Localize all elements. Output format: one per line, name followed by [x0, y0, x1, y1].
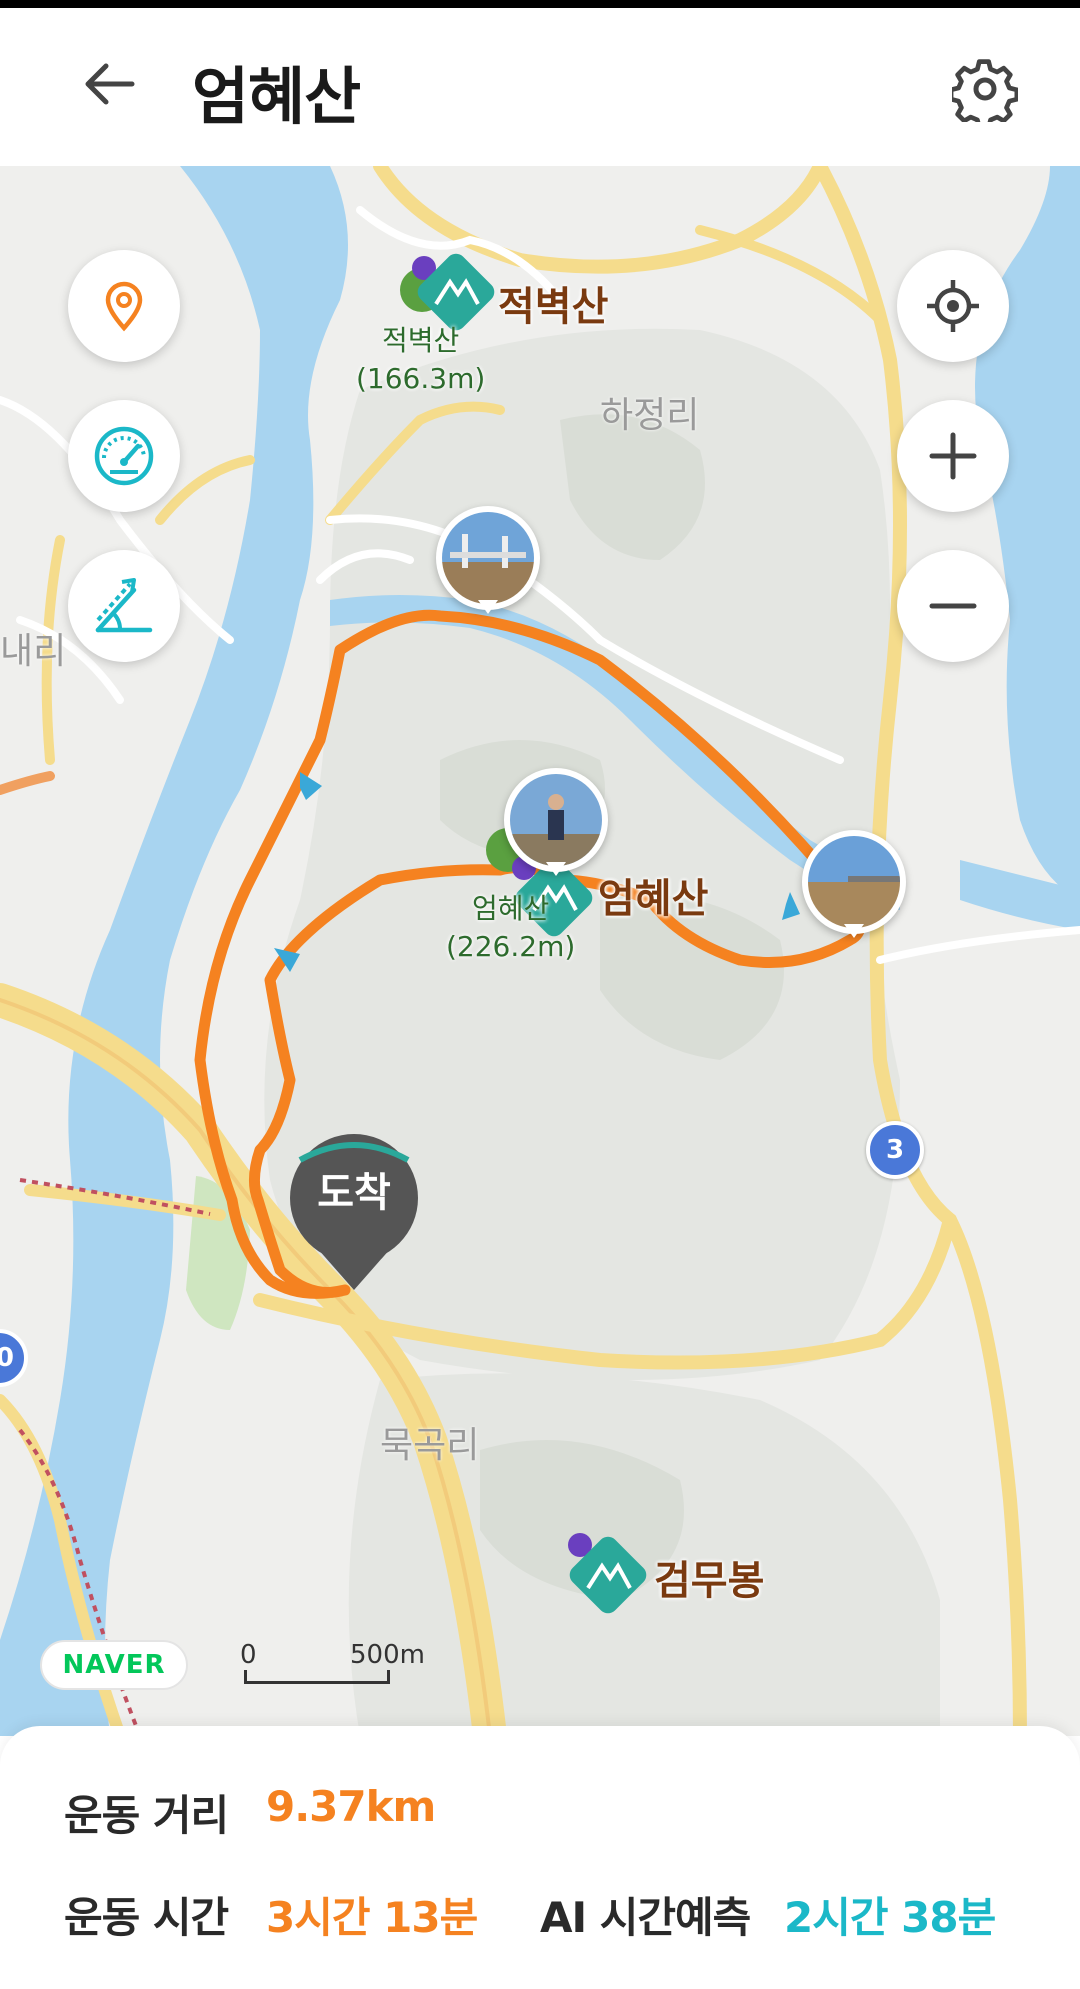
peak-label-jeokbyeoksan[interactable]: 적벽산: [498, 274, 608, 332]
trail-map[interactable]: 적벽산 적벽산 (166.3m) 엄혜산 엄혜산 (226.2m) 검무봉 하정…: [0, 166, 1080, 1736]
route-number-badge: 3: [866, 1121, 924, 1179]
village-label-nae-ri: 내리: [0, 631, 67, 672]
settings-button[interactable]: [946, 50, 1024, 128]
arrival-marker[interactable]: 도착: [290, 1134, 418, 1262]
back-button[interactable]: [72, 48, 144, 120]
distance-label: 운동 거리: [64, 1791, 229, 1840]
my-location-button[interactable]: [897, 250, 1009, 362]
app-header: 엄혜산: [0, 8, 1080, 166]
status-bar: [0, 0, 1080, 8]
village-label-hajeongri: 하정리: [600, 395, 700, 436]
scale-start-label: 0: [240, 1640, 257, 1670]
page-title: 엄혜산: [192, 60, 361, 133]
naver-logo: NAVER: [40, 1640, 188, 1690]
my-location-icon: [927, 280, 979, 332]
time-label: 운동 시간: [64, 1893, 229, 1942]
zoom-in-icon: [929, 432, 977, 480]
zoom-out-icon: [929, 603, 977, 609]
zoom-out-button[interactable]: [897, 550, 1009, 662]
slope-button[interactable]: [68, 550, 180, 662]
peak-elevation: (226.2m): [446, 930, 576, 963]
scale-bar: [244, 1670, 390, 1684]
photo-pin-bridge[interactable]: [436, 506, 540, 614]
peak-label-eomhyesan[interactable]: 엄혜산: [598, 866, 708, 924]
stats-panel: 운동 거리 9.37km 운동 시간 3시간 13분 AI 시간예측 2시간 3…: [0, 1726, 1080, 1989]
photo-thumbnail: [442, 512, 534, 604]
time-value: 3시간 13분: [266, 1893, 478, 1942]
zoom-in-button[interactable]: [897, 400, 1009, 512]
peak-sublabel-jeokbyeoksan: 적벽산 (166.3m): [356, 322, 485, 398]
peak-small-name: 엄혜산: [472, 892, 550, 925]
slope-icon: [95, 578, 153, 633]
ai-prediction-label: AI 시간예측: [540, 1893, 751, 1942]
speedometer-button[interactable]: [68, 400, 180, 512]
photo-thumbnail: [808, 836, 900, 928]
photo-pin-riverside[interactable]: [802, 830, 906, 938]
peak-elevation: (166.3m): [356, 362, 486, 395]
peak-label-geommubong[interactable]: 검무봉: [654, 1548, 764, 1606]
peak-sublabel-eomhyesan: 엄혜산 (226.2m): [446, 890, 575, 966]
location-pin-button[interactable]: [68, 250, 180, 362]
ai-prediction-value: 2시간 38분: [784, 1893, 996, 1942]
location-pin-icon: [105, 281, 143, 332]
photo-thumbnail: [510, 774, 602, 866]
scale-distance-label: 500m: [350, 1640, 425, 1670]
speedometer-icon: [94, 426, 154, 486]
arrival-label: 도착: [317, 1170, 391, 1216]
peak-small-name: 적벽산: [382, 324, 460, 357]
distance-value: 9.37km: [266, 1782, 436, 1831]
gear-icon: [952, 59, 1018, 122]
photo-pin-summit[interactable]: [504, 768, 608, 876]
arrow-left-icon: [85, 63, 135, 105]
village-label-mukgokri: 묵곡리: [380, 1425, 480, 1466]
